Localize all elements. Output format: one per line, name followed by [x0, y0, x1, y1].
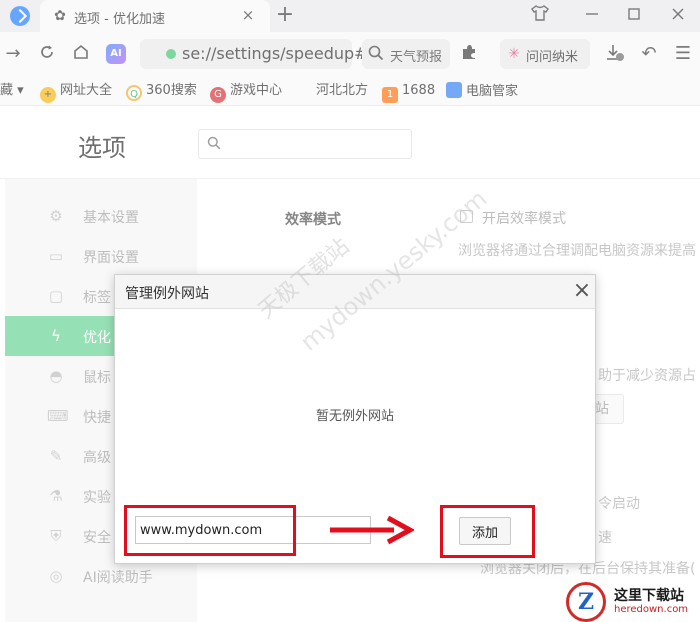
- logo-text: 这里下载站: [614, 588, 684, 604]
- logo-url: heredown.com: [614, 604, 689, 615]
- input-highlight-box: [124, 505, 296, 556]
- empty-state-text: 暂无例外网站: [315, 409, 394, 424]
- button-highlight-box: [440, 505, 535, 558]
- dialog-title: 管理例外网站: [125, 286, 209, 302]
- close-icon[interactable]: ×: [569, 278, 595, 304]
- logo-mark: Z: [566, 582, 606, 622]
- site-logo: Z 这里下载站 heredown.com: [566, 582, 700, 622]
- arrow-right-icon: [330, 515, 414, 545]
- dialog-header: 管理例外网站 ×: [115, 275, 595, 309]
